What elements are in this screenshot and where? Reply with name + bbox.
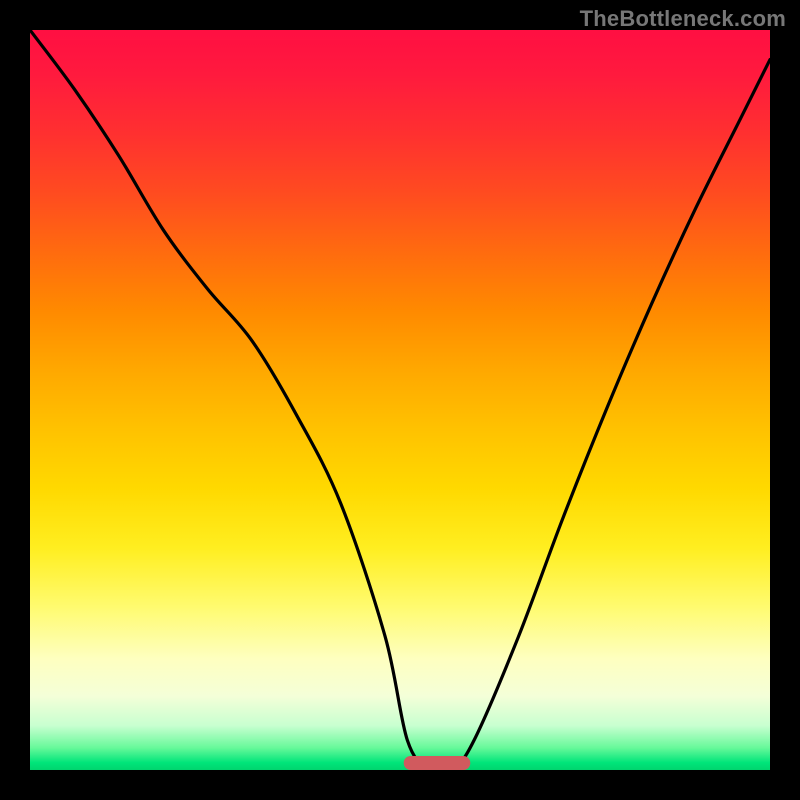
bottleneck-curve [30,30,770,770]
chart-frame: TheBottleneck.com [0,0,800,800]
chart-svg [30,30,770,770]
plot-area [30,30,770,770]
watermark-label: TheBottleneck.com [580,6,786,32]
optimal-marker [404,756,471,770]
